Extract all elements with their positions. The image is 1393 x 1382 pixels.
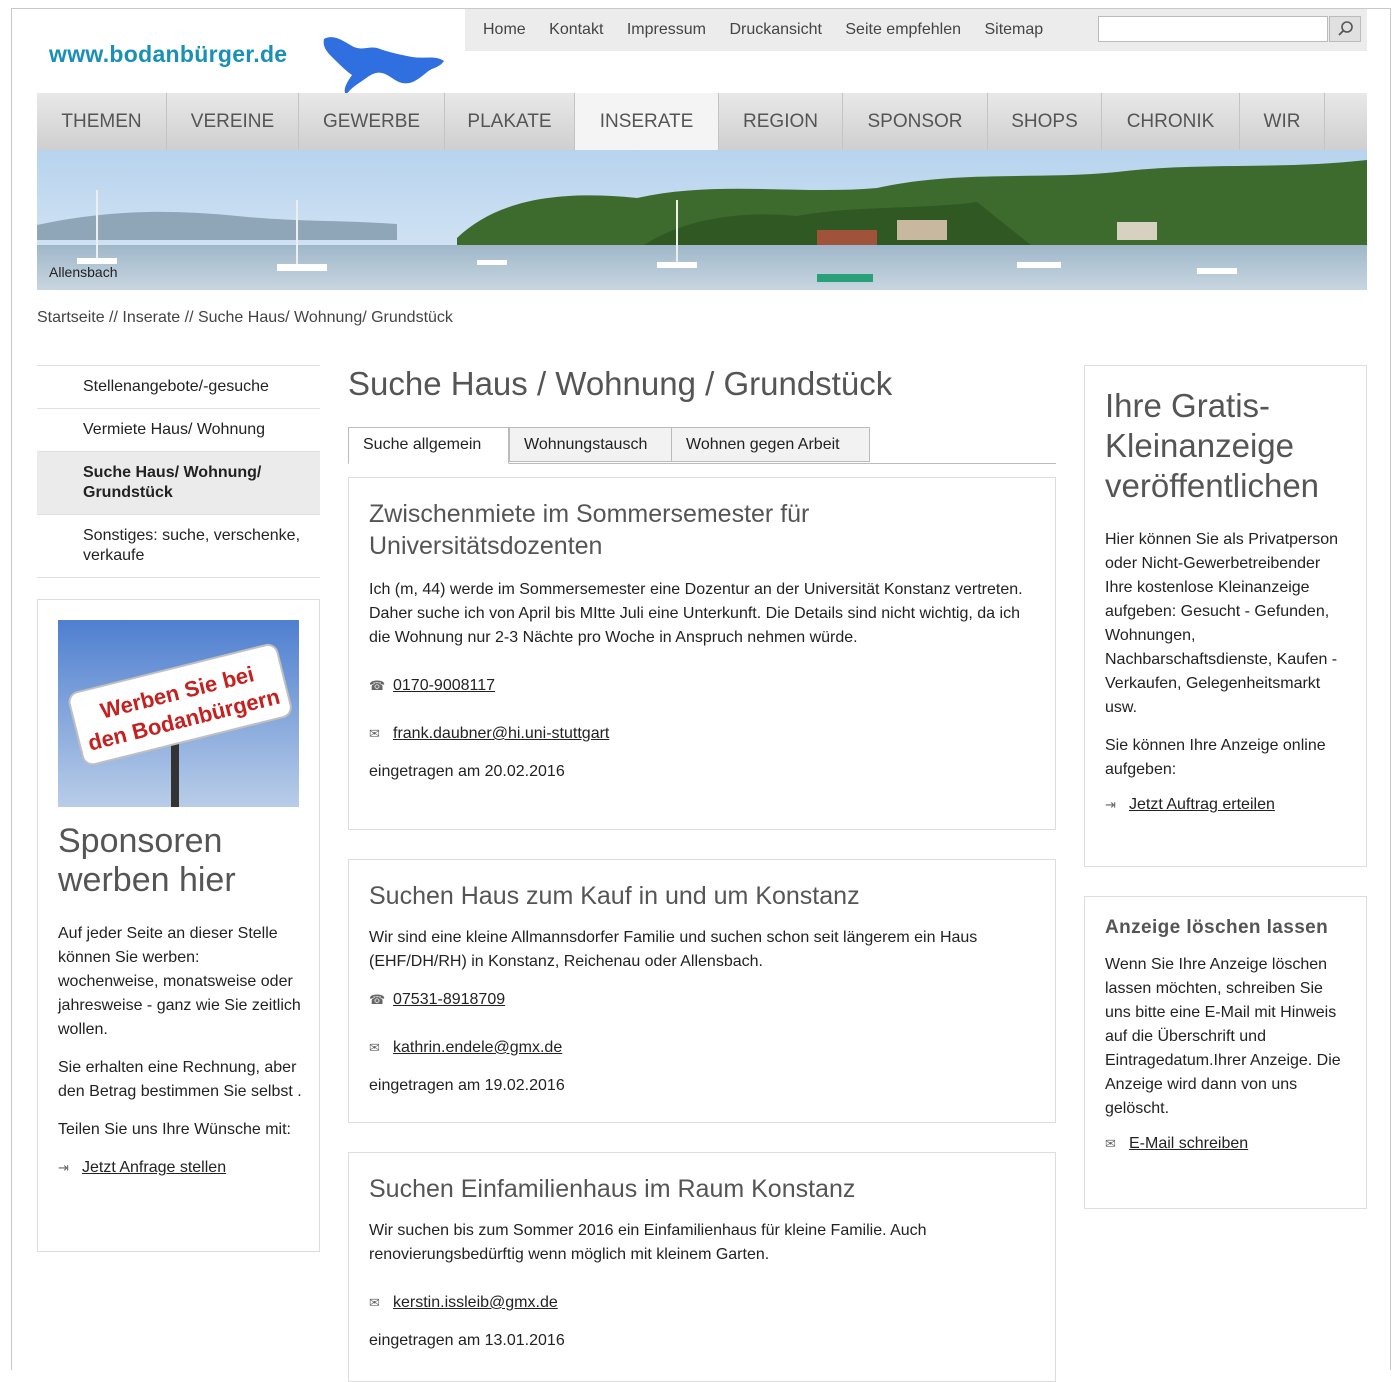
sidebar-item-stellenangebote[interactable]: Stellenangebote/-gesuche [37,365,320,408]
jetzt-anfrage-stellen-link[interactable]: Jetzt Anfrage stellen [82,1159,226,1176]
nav-item-vereine[interactable]: VEREINE [167,93,299,150]
listing-title: Zwischenmiete im Sommersemester für Univ… [369,500,810,560]
gratis-kleinanzeige-title: Ihre Gratis-Kleinanzeige veröffentlichen [1105,387,1320,504]
sponsor-paragraph: Auf jeder Seite an dieser Stelle können … [58,925,301,1038]
listing-date: eingetragen am 20.02.2016 [369,763,565,780]
tab-bar: Suche allgemein Wohnungstausch Wohnen ge… [348,427,1056,464]
tab-wohnungstausch[interactable]: Wohnungstausch [509,427,672,462]
listing-card: Suchen Einfamilienhaus im Raum Konstanz … [348,1152,1056,1382]
banner-caption: Allensbach [49,264,118,280]
link-arrow-icon: ⇥ [1105,797,1116,812]
listing-card: Suchen Haus zum Kauf in und um Konstanz … [348,859,1056,1123]
jetzt-auftrag-erteilen-link[interactable]: Jetzt Auftrag erteilen [1129,796,1275,813]
sponsor-box: Werben Sie bei den Bodanbürgern Sponsore… [37,599,320,1252]
site-logo-text[interactable]: www.bodanbürger.de [49,41,287,68]
nav-item-wir[interactable]: WIR [1240,93,1325,150]
email-schreiben-link[interactable]: E-Mail schreiben [1129,1135,1248,1152]
gratis-kleinanzeige-box: Ihre Gratis-Kleinanzeige veröffentlichen… [1084,365,1367,867]
nav-item-chronik[interactable]: CHRONIK [1102,93,1240,150]
nav-item-region[interactable]: REGION [719,93,843,150]
top-link-kontakt[interactable]: Kontakt [549,21,603,38]
sponsor-sign-image[interactable]: Werben Sie bei den Bodanbürgern [58,620,299,807]
nav-item-sponsor[interactable]: SPONSOR [843,93,988,150]
top-link-druckansicht[interactable]: Druckansicht [729,21,821,38]
top-link-seite-empfehlen[interactable]: Seite empfehlen [845,21,961,38]
link-arrow-icon: ⇥ [58,1160,69,1175]
nav-item-inserate[interactable]: INSERATE [575,93,719,150]
tab-wohnen-gegen-arbeit[interactable]: Wohnen gegen Arbeit [671,427,870,462]
email-icon: ✉ [369,1040,380,1055]
sidebar-item-vermiete[interactable]: Vermiete Haus/ Wohnung [37,408,320,451]
listing-title: Suchen Einfamilienhaus im Raum Konstanz [369,1175,856,1203]
listing-title: Suchen Haus zum Kauf in und um Konstanz [369,882,860,910]
listing-date: eingetragen am 19.02.2016 [369,1077,565,1094]
email-icon: ✉ [369,1295,380,1310]
nav-item-themen[interactable]: THEMEN [37,93,167,150]
listing-phone-link[interactable]: 0170-9008117 [393,677,495,694]
listing-text: Wir suchen bis zum Sommer 2016 ein Einfa… [369,1222,927,1263]
anzeige-loeschen-title: Anzeige löschen lassen [1105,917,1329,938]
listing-text: Ich (m, 44) werde im Sommersemester eine… [369,581,1023,646]
listing-email-link[interactable]: frank.daubner@hi.uni-stuttgart [393,725,609,742]
gratis-kleinanzeige-text: Hier können Sie als Privatperson oder Ni… [1105,531,1339,716]
sidebar-navigation: Stellenangebote/-gesuche Vermiete Haus/ … [37,365,320,578]
lake-panorama-image [37,150,1367,290]
top-link-home[interactable]: Home [483,21,526,38]
listing-email-link[interactable]: kerstin.issleib@gmx.de [393,1294,558,1311]
nav-item-plakate[interactable]: PLAKATE [445,93,575,150]
lake-logo-icon[interactable] [320,29,448,101]
listing-date: eingetragen am 13.01.2016 [369,1332,565,1349]
search-input[interactable] [1098,16,1328,42]
phone-icon: ☎ [369,992,386,1007]
main-navigation: THEMEN VEREINE GEWERBE PLAKATE INSERATE … [37,93,1367,150]
top-bar: Home Kontakt Impressum Druckansicht Seit… [465,9,1367,51]
top-links: Home Kontakt Impressum Druckansicht Seit… [483,21,1062,39]
gratis-kleinanzeige-text: Sie können Ihre Anzeige online aufgeben: [1105,737,1326,778]
sponsor-paragraph: Teilen Sie uns Ihre Wünsche mit: [58,1121,291,1138]
top-link-impressum[interactable]: Impressum [627,21,706,38]
breadcrumb[interactable]: Startseite // Inserate // Suche Haus/ Wo… [37,309,453,327]
listing-card: Zwischenmiete im Sommersemester für Univ… [348,477,1056,830]
search-icon [1338,21,1353,36]
header-banner: Allensbach [37,150,1367,290]
nav-item-shops[interactable]: SHOPS [988,93,1102,150]
sponsor-paragraph: Sie erhalten eine Rechnung, aber den Bet… [58,1059,302,1100]
sponsor-title: Sponsoren werben hier [58,822,236,899]
listing-text: Wir sind eine kleine Allmannsdorfer Fami… [369,929,978,970]
nav-item-gewerbe[interactable]: GEWERBE [299,93,445,150]
listing-phone-link[interactable]: 07531-8918709 [393,991,505,1008]
page: www.bodanbürger.de Home Kontakt Impressu… [11,8,1391,1382]
sidebar-item-sonstiges[interactable]: Sonstiges: suche, verschenke, verkaufe [37,514,320,578]
listing-email-link[interactable]: kathrin.endele@gmx.de [393,1039,562,1056]
email-icon: ✉ [1105,1136,1116,1151]
sponsor-text: Auf jeder Seite an dieser Stelle können … [58,922,303,1180]
tab-suche-allgemein[interactable]: Suche allgemein [348,427,509,464]
sidebar-item-suche-haus[interactable]: Suche Haus/ Wohnung/ Grundstück [37,451,320,514]
anzeige-loeschen-text: Wenn Sie Ihre Anzeige löschen lassen möc… [1105,956,1341,1117]
search-button[interactable] [1329,16,1361,42]
anzeige-loeschen-box: Anzeige löschen lassen Wenn Sie Ihre Anz… [1084,896,1367,1209]
page-title: Suche Haus / Wohnung / Grundstück [348,365,893,402]
phone-icon: ☎ [369,678,386,693]
email-icon: ✉ [369,726,380,741]
top-link-sitemap[interactable]: Sitemap [984,21,1043,38]
